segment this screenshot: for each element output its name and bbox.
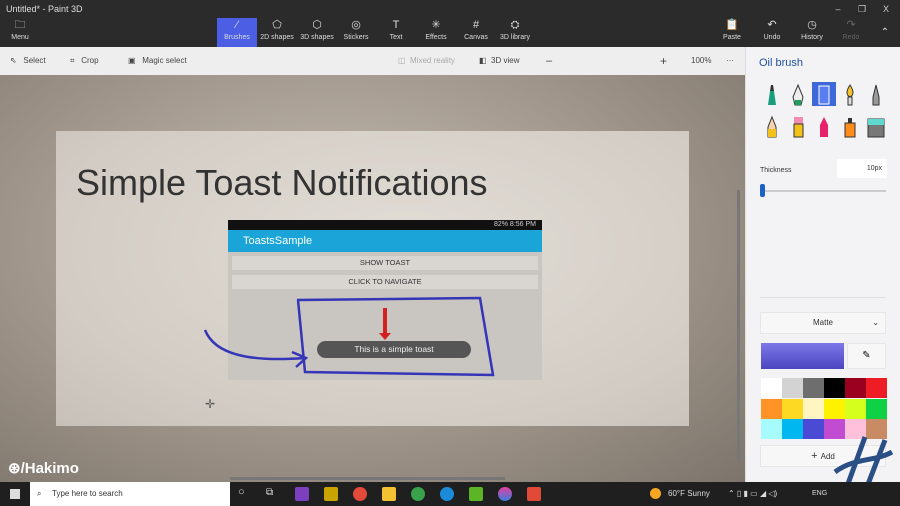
system-tray-icons[interactable]: ⌃ ▯ ▮ ▭ ◢ ◁) bbox=[728, 482, 777, 506]
blue-ink-annotation bbox=[203, 296, 495, 377]
undo-button[interactable]: ↶ Undo bbox=[759, 18, 785, 47]
divider bbox=[760, 297, 886, 298]
calligraphy-pen-icon[interactable] bbox=[787, 83, 809, 107]
history-label: History bbox=[801, 34, 823, 41]
pencil-icon[interactable] bbox=[761, 115, 783, 139]
weather-text[interactable]: 60°F Sunny bbox=[668, 482, 710, 506]
search-icon: ⌕ bbox=[37, 489, 42, 498]
color-swatch[interactable] bbox=[845, 398, 866, 419]
task-view-icon[interactable]: ⧉ bbox=[266, 487, 273, 498]
windows-start-icon[interactable] bbox=[10, 489, 20, 499]
marker-tool-icon[interactable] bbox=[761, 83, 783, 107]
thickness-input[interactable]: 10px bbox=[837, 159, 887, 178]
chrome-icon[interactable] bbox=[353, 487, 367, 501]
watercolor-icon[interactable] bbox=[839, 83, 861, 107]
undo-icon: ↶ bbox=[767, 19, 777, 31]
pen-icon[interactable] bbox=[865, 83, 887, 107]
current-color-swatch[interactable] bbox=[761, 343, 844, 369]
file-explorer-icon[interactable] bbox=[382, 487, 396, 501]
watermark-icon: ⊛ bbox=[8, 460, 21, 477]
restore-button[interactable]: ❐ bbox=[850, 0, 874, 18]
redo-icon: ↷ bbox=[846, 19, 856, 31]
color-swatch[interactable] bbox=[782, 378, 803, 398]
color-swatch[interactable] bbox=[782, 398, 803, 419]
plus-icon: + bbox=[811, 450, 821, 462]
color-swatch[interactable] bbox=[824, 398, 845, 419]
history-icon: ◷ bbox=[807, 19, 817, 31]
watermark-text: /Hakimo bbox=[20, 460, 79, 477]
thickness-slider[interactable] bbox=[760, 190, 886, 192]
thickness-slider-thumb[interactable] bbox=[760, 184, 765, 197]
finish-value: Matte bbox=[812, 318, 833, 327]
camtasia-icon[interactable] bbox=[469, 487, 483, 501]
color-swatch[interactable] bbox=[866, 398, 887, 419]
thickness-label: Thickness bbox=[760, 167, 792, 174]
watermark: ⊛/Hakimo bbox=[8, 459, 79, 477]
color-swatch[interactable] bbox=[845, 378, 866, 398]
color-swatch[interactable] bbox=[761, 398, 782, 419]
tools-icon[interactable] bbox=[324, 487, 338, 501]
close-button[interactable]: X bbox=[874, 0, 898, 18]
spray-can-icon[interactable] bbox=[839, 115, 861, 139]
panel-title: Oil brush bbox=[759, 57, 804, 69]
camtasia-recorder-icon[interactable] bbox=[527, 487, 541, 501]
color-swatch[interactable] bbox=[803, 419, 824, 440]
cortana-icon[interactable]: ○ bbox=[238, 486, 245, 498]
taskbar: ⌕ Type here to search ○ ⧉ 60°F Sunny ⌃ ▯ … bbox=[0, 482, 900, 506]
color-swatch[interactable] bbox=[761, 378, 782, 398]
collapse-ribbon-icon[interactable]: ⌃ bbox=[876, 18, 894, 47]
redo-label: Redo bbox=[842, 34, 860, 41]
visual-studio-icon[interactable] bbox=[295, 487, 309, 501]
search-placeholder: Type here to search bbox=[52, 489, 123, 498]
weather-sun-icon[interactable] bbox=[650, 488, 661, 499]
language-indicator[interactable]: ENG bbox=[812, 482, 827, 506]
chevron-down-icon: ⌄ bbox=[872, 318, 879, 327]
crayon-icon[interactable] bbox=[813, 115, 835, 139]
paint-3d-icon[interactable] bbox=[498, 487, 512, 501]
search-box[interactable]: ⌕ Type here to search bbox=[30, 482, 230, 506]
minimize-button[interactable]: – bbox=[826, 0, 850, 18]
color-swatch[interactable] bbox=[824, 378, 845, 398]
finish-dropdown[interactable]: Matte ⌄ bbox=[760, 312, 886, 334]
redo-button[interactable]: ↷ Redo bbox=[838, 18, 864, 47]
eyedropper-icon[interactable]: ✎ bbox=[847, 343, 886, 369]
fill-bucket-icon[interactable] bbox=[865, 115, 887, 139]
crosshair-cursor-icon: ✛ bbox=[205, 397, 216, 411]
brush-panel: Oil brush Thickness 10px Matte ⌄ ✎ + Add bbox=[745, 47, 900, 482]
color-swatch[interactable] bbox=[803, 398, 824, 419]
history-button[interactable]: ◷ History bbox=[798, 18, 826, 47]
oil-brush-icon[interactable] bbox=[812, 82, 836, 106]
eraser-icon[interactable] bbox=[787, 115, 809, 139]
color-swatch[interactable] bbox=[761, 419, 782, 440]
edge-legacy-icon[interactable] bbox=[411, 487, 425, 501]
color-swatch[interactable] bbox=[803, 378, 824, 398]
color-swatch[interactable] bbox=[866, 378, 887, 398]
undo-label: Undo bbox=[763, 34, 781, 41]
edge-icon[interactable] bbox=[440, 487, 454, 501]
color-swatch[interactable] bbox=[782, 419, 803, 440]
